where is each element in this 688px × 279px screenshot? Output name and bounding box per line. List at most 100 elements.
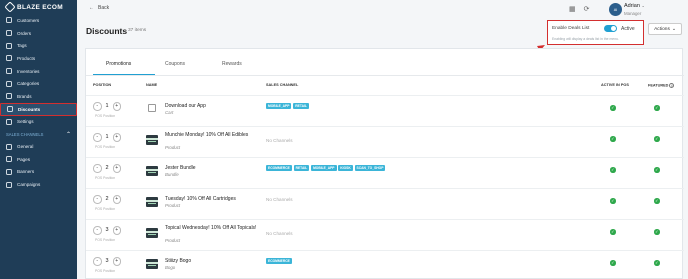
position-value[interactable]: 3 — [105, 227, 110, 233]
position-value[interactable]: 3 — [105, 258, 110, 264]
banner-icon — [6, 168, 12, 175]
tab-promotions[interactable]: Promotions — [106, 61, 131, 67]
sidebar-item-categories[interactable]: Categories — [0, 77, 77, 90]
decrement-button[interactable]: - — [93, 164, 102, 173]
user-name[interactable]: Adrian ⌄ — [624, 3, 645, 9]
sidebar-item-pages[interactable]: Pages — [0, 153, 77, 166]
globe-icon — [6, 143, 12, 150]
actions-dropdown[interactable]: Actions ⌄ — [648, 23, 682, 35]
column-name: NAME — [146, 83, 158, 87]
pos-position-label: POS Position — [95, 269, 116, 273]
increment-button[interactable]: + — [112, 195, 121, 204]
sidebar-item-general[interactable]: General — [0, 140, 77, 153]
position-value[interactable]: 2 — [105, 165, 110, 171]
actions-label: Actions — [654, 26, 670, 32]
promotion-name[interactable]: Munchie Monday! 10% Off All Edibles — [165, 132, 257, 138]
sidebar-item-label: Campaigns — [17, 182, 41, 188]
channel-badge: MOBILE_APP — [311, 165, 337, 172]
table-row[interactable]: - 1 + POS Position Munchie Monday! 10% O… — [86, 126, 684, 157]
sidebar-item-label: Banners — [17, 169, 35, 175]
promotion-name[interactable]: Stiiizy Bogo — [165, 258, 191, 264]
promotion-name[interactable]: Tuesday! 10% Off All Cartridges — [165, 196, 236, 202]
sidebar-item-tags[interactable]: Tags — [0, 39, 77, 52]
sidebar-item-products[interactable]: Products — [0, 52, 77, 65]
table-row[interactable]: - 1 + POS Position Download our App Cart… — [86, 95, 684, 126]
deals-help-text: Enabling will display a deals list in th… — [552, 37, 619, 41]
increment-button[interactable]: + — [112, 102, 121, 111]
sales-channels-section[interactable]: SALES CHANNELS ⌃ — [0, 128, 77, 140]
featured-check-icon: ✓ — [654, 167, 660, 173]
active-in-pos-check-icon: ✓ — [610, 167, 616, 173]
decrement-button[interactable]: - — [93, 102, 102, 111]
back-button[interactable]: ← Back — [89, 5, 109, 11]
column-featured: FEATURED i — [648, 83, 675, 88]
promotion-type: Bundle — [165, 172, 179, 177]
deals-toggle[interactable] — [604, 25, 617, 32]
promotion-type: Product — [165, 203, 181, 208]
sidebar-item-settings[interactable]: Settings — [0, 116, 77, 129]
sidebar-item-discounts[interactable]: Discounts — [0, 102, 77, 116]
brand-logo[interactable]: BLAZE ECOM — [0, 0, 77, 14]
table-row[interactable]: - 2 + POS Position Jester Bundle Bundle … — [86, 157, 684, 188]
decrement-button[interactable]: - — [93, 257, 102, 266]
deals-label: Enable Deals List — [552, 26, 590, 31]
increment-button[interactable]: + — [112, 133, 121, 142]
position-value[interactable]: 1 — [105, 134, 110, 140]
page-title: Discounts — [86, 26, 128, 36]
box-icon — [6, 55, 12, 62]
chevron-down-icon: ⌄ — [641, 3, 645, 8]
chevron-down-icon: ⌄ — [671, 26, 676, 32]
promotion-name[interactable]: Download our App — [165, 103, 206, 109]
increment-button[interactable]: + — [112, 257, 121, 266]
promotion-name[interactable]: Topical Wednesday! 10% Off All Topicals! — [165, 225, 257, 231]
decrement-button[interactable]: - — [93, 133, 102, 142]
sidebar-item-inventories[interactable]: Inventories — [0, 65, 77, 78]
refresh-icon[interactable]: ⟳ — [584, 5, 590, 13]
sidebar-item-label: Products — [17, 55, 36, 61]
promotion-name[interactable]: Jester Bundle — [165, 165, 196, 171]
sidebar: BLAZE ECOM Customers Orders Tags Products In… — [0, 0, 77, 279]
tab-coupons[interactable]: Coupons — [165, 61, 185, 67]
sidebar-item-orders[interactable]: Orders — [0, 27, 77, 40]
active-in-pos-check-icon: ✓ — [610, 198, 616, 204]
sidebar-item-label: Pages — [17, 156, 31, 162]
promotion-type: Product — [165, 145, 181, 150]
promotion-type: Bogo — [165, 265, 176, 270]
info-icon[interactable]: i — [669, 83, 675, 88]
sidebar-item-campaigns[interactable]: Campaigns — [0, 178, 77, 191]
chevron-up-icon[interactable]: ⌃ — [66, 131, 71, 138]
sidebar-item-label: Tags — [17, 43, 27, 49]
sidebar-item-customers[interactable]: Customers — [0, 14, 77, 27]
sidebar-item-label: Categories — [17, 81, 40, 87]
table-row[interactable]: - 3 + POS Position Stiiizy Bogo Bogo ECO… — [86, 250, 684, 279]
decrement-button[interactable]: - — [93, 195, 102, 204]
position-value[interactable]: 2 — [105, 196, 110, 202]
sales-channel-list: MOBILE_APP RETAIL — [266, 103, 309, 110]
increment-button[interactable]: + — [112, 226, 121, 235]
pos-position-label: POS Position — [95, 176, 116, 180]
sidebar-item-brands[interactable]: Brands — [0, 90, 77, 103]
decrement-button[interactable]: - — [93, 226, 102, 235]
active-in-pos-check-icon: ✓ — [610, 260, 616, 266]
avatar[interactable]: AI — [609, 3, 622, 16]
tab-rewards[interactable]: Rewards — [222, 61, 242, 67]
active-in-pos-check-icon: ✓ — [610, 136, 616, 142]
increment-button[interactable]: + — [112, 164, 121, 173]
pos-position-label: POS Position — [95, 238, 116, 242]
sidebar-item-label: Orders — [17, 30, 32, 36]
pos-position-label: POS Position — [95, 207, 116, 211]
sidebar-item-label: General — [17, 144, 34, 150]
channel-badge: ECOMMERCE — [266, 258, 292, 265]
cart-icon — [6, 30, 12, 37]
no-channels-text: No Channels — [266, 197, 293, 202]
position-value[interactable]: 1 — [105, 103, 110, 109]
sidebar-item-label: Inventories — [17, 68, 40, 74]
sidebar-item-label: Discounts — [18, 106, 41, 112]
brand-icon — [6, 93, 12, 100]
sidebar-nav: Customers Orders Tags Products Inventories Ca… — [0, 14, 77, 128]
sidebar-item-banners[interactable]: Banners — [0, 166, 77, 179]
promotion-image — [146, 135, 158, 145]
calendar-icon[interactable]: ▦ — [569, 5, 576, 13]
table-row[interactable]: - 3 + POS Position Topical Wednesday! 10… — [86, 219, 684, 250]
table-row[interactable]: - 2 + POS Position Tuesday! 10% Off All … — [86, 188, 684, 219]
